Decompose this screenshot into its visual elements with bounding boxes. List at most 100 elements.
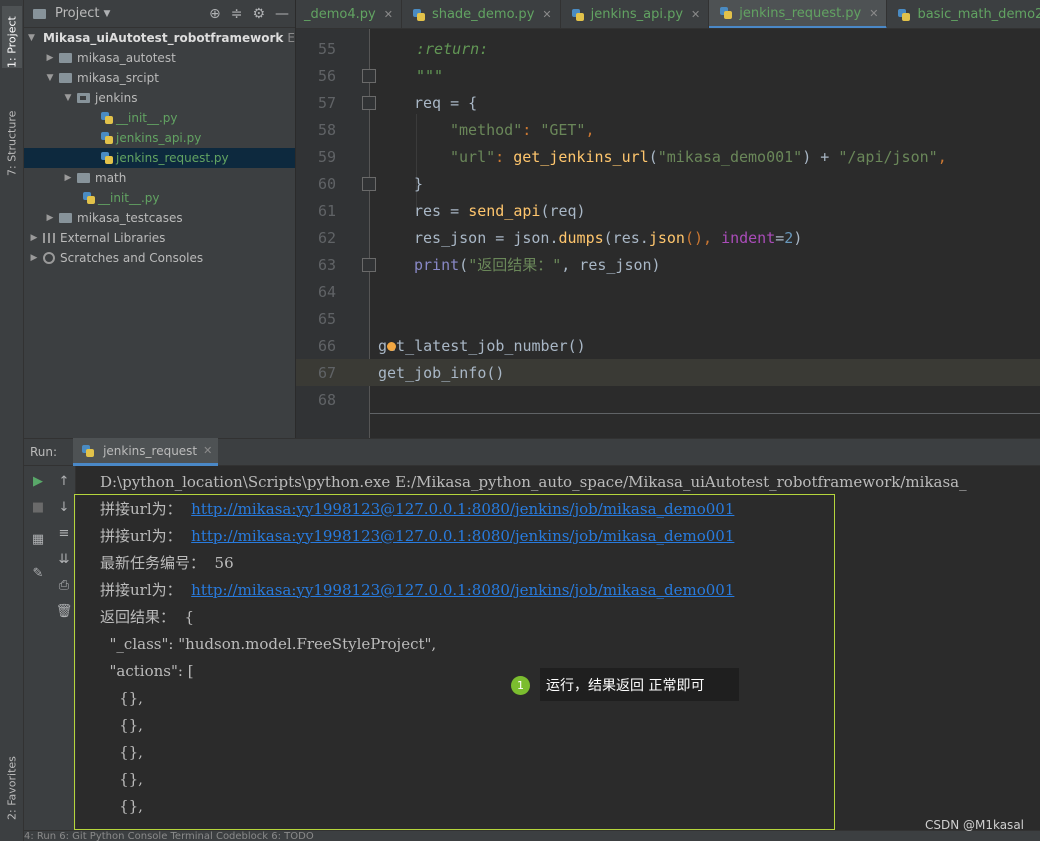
code-text: :return: (416, 39, 489, 58)
chevron-right-icon[interactable]: ▶ (28, 253, 40, 263)
project-tool-tab-label: 1: Project (5, 16, 19, 68)
tree-item-external-libraries[interactable]: ▶ External Libraries (24, 228, 295, 248)
package-icon (77, 93, 90, 103)
code-line[interactable]: 61 res = send_api(req) (296, 197, 1040, 224)
tree-item-mikasa-testcases[interactable]: ▶ mikasa_testcases (24, 208, 295, 228)
hide-icon[interactable]: — (275, 6, 289, 22)
chevron-down-icon[interactable]: ▼ (28, 33, 35, 43)
fold-marker-icon[interactable] (362, 257, 376, 272)
code-line[interactable]: 65 (296, 305, 1040, 332)
code-line[interactable]: 68 (296, 386, 1040, 413)
folder-icon (77, 173, 90, 183)
tree-item-jenkins-api[interactable]: jenkins_api.py (24, 128, 295, 148)
editor-tab-label: jenkins_api.py (590, 7, 684, 22)
close-icon[interactable]: ✕ (203, 444, 212, 457)
layout-icon[interactable]: ▦ (28, 530, 48, 548)
console-text: "_class": "hudson.model.FreeStyleProject… (100, 634, 437, 653)
editor-tab-active[interactable]: jenkins_request.py ✕ (709, 0, 888, 28)
code-line[interactable]: 58 "method": "GET", (296, 116, 1040, 143)
tree-item-label: __init__.py (116, 111, 178, 125)
fold-marker-icon[interactable] (362, 95, 376, 110)
line-number: 65 (317, 309, 336, 328)
close-icon[interactable]: ✕ (542, 8, 551, 21)
project-panel-title[interactable]: Project (55, 6, 99, 21)
line-number: 56 (317, 66, 336, 85)
chevron-down-icon[interactable]: ▼ (103, 9, 110, 19)
project-tool-tab[interactable]: 1: Project (2, 6, 22, 68)
locate-icon[interactable]: ⊕ (209, 6, 221, 22)
editor-tab[interactable]: jenkins_api.py ✕ (561, 0, 710, 28)
tree-item-path: E (287, 31, 295, 45)
editor-tab[interactable]: shade_demo.py ✕ (402, 0, 561, 28)
editor-tab[interactable]: _demo4.py ✕ (296, 0, 402, 28)
run-console[interactable]: D:\python_location\Scripts\python.exe E:… (76, 466, 1040, 830)
tree-item-jenkins[interactable]: ▼ jenkins (24, 88, 295, 108)
tree-item-label: jenkins_request.py (116, 151, 229, 165)
favorites-tool-tab[interactable]: 2: Favorites (2, 740, 22, 820)
arrow-up-icon[interactable]: ↑ (54, 472, 74, 490)
console-line: "actions": [ (100, 657, 194, 684)
console-line: {}, (100, 738, 143, 765)
tree-item-label: mikasa_srcipt (77, 71, 159, 85)
code-line-current[interactable]: 67 get_job_info() (296, 359, 1040, 386)
console-link[interactable]: http://mikasa:yy1998123@127.0.0.1:8080/j… (191, 500, 734, 518)
code-line[interactable]: 55 :return: (296, 35, 1040, 62)
close-icon[interactable]: ✕ (691, 8, 700, 21)
code-line[interactable]: 56 """ (296, 62, 1040, 89)
python-file-icon (83, 192, 95, 204)
code-line[interactable]: 57 req = { (296, 89, 1040, 116)
code-line[interactable]: 59 "url": get_jenkins_url("mikasa_demo00… (296, 143, 1040, 170)
editor-tab[interactable]: basic_math_demo2.py ✕ (887, 0, 1040, 28)
tree-item-project-root[interactable]: ▼ Mikasa_uiAutotest_robotframework E (24, 28, 295, 48)
collapse-icon[interactable]: ≑ (231, 6, 243, 22)
python-file-icon (82, 444, 95, 457)
trash-icon[interactable]: 🗑 (54, 602, 74, 620)
gear-icon[interactable]: ⚙ (252, 6, 265, 22)
fold-marker-icon[interactable] (362, 176, 376, 191)
chevron-down-icon[interactable]: ▼ (62, 93, 74, 103)
arrow-down-icon[interactable]: ↓ (54, 498, 74, 516)
console-link[interactable]: http://mikasa:yy1998123@127.0.0.1:8080/j… (191, 581, 734, 599)
tree-item-jenkins-init[interactable]: __init__.py (24, 108, 295, 128)
code-line[interactable]: 62 res_json = json.dumps(res.json(), ind… (296, 224, 1040, 251)
code-line[interactable]: 63 print("返回结果：", res_json) (296, 251, 1040, 278)
folder-icon (59, 53, 72, 63)
tree-item-math[interactable]: ▶ math (24, 168, 295, 188)
print-icon[interactable]: ⎙ (54, 576, 74, 594)
run-tab[interactable]: jenkins_request ✕ (73, 438, 219, 466)
scroll-to-end-icon[interactable]: ⇊ (54, 550, 74, 568)
console-text: 拼接url为： (100, 500, 192, 518)
tree-item-mikasa-autotest[interactable]: ▶ mikasa_autotest (24, 48, 295, 68)
function-name: print (414, 256, 460, 274)
run-tab-label: jenkins_request (103, 443, 198, 458)
close-icon[interactable]: ✕ (869, 7, 878, 20)
tree-item-label: Scratches and Consoles (60, 251, 204, 265)
chevron-right-icon[interactable]: ▶ (62, 173, 74, 183)
soft-wrap-icon[interactable]: ≡ (54, 524, 74, 542)
chevron-down-icon[interactable]: ▼ (44, 73, 56, 83)
code-line[interactable]: 64 (296, 278, 1040, 305)
lightbulb-icon[interactable] (387, 342, 396, 351)
close-icon[interactable]: ✕ (384, 8, 393, 21)
chevron-right-icon[interactable]: ▶ (44, 213, 56, 223)
console-link[interactable]: http://mikasa:yy1998123@127.0.0.1:8080/j… (191, 527, 734, 545)
chevron-right-icon[interactable]: ▶ (28, 233, 40, 243)
pin-icon[interactable]: ✎ (28, 564, 48, 582)
fold-marker-icon[interactable] (362, 68, 376, 83)
tree-item-srcipt-init[interactable]: __init__.py (24, 188, 295, 208)
code-editor[interactable]: 55 :return: 56 """ 57 req = { 58 "method… (296, 29, 1040, 438)
function-name: json (648, 228, 685, 247)
tree-item-jenkins-request[interactable]: jenkins_request.py (24, 148, 295, 168)
stop-icon[interactable]: ■ (28, 498, 48, 516)
code-text: , res_json) (561, 256, 661, 274)
code-line[interactable]: 60 } (296, 170, 1040, 197)
tree-item-mikasa-srcipt[interactable]: ▼ mikasa_srcipt (24, 68, 295, 88)
console-line: 拼接url为： http://mikasa:yy1998123@127.0.0.… (100, 522, 734, 549)
line-number: 64 (317, 282, 336, 301)
code-line[interactable]: 66 get_latest_job_number() (296, 332, 1040, 359)
rerun-icon[interactable]: ▶ (28, 472, 48, 490)
line-number: 68 (317, 390, 336, 409)
chevron-right-icon[interactable]: ▶ (44, 53, 56, 63)
structure-tool-tab[interactable]: 7: Structure (2, 96, 22, 176)
tree-item-scratches[interactable]: ▶ Scratches and Consoles (24, 248, 295, 268)
